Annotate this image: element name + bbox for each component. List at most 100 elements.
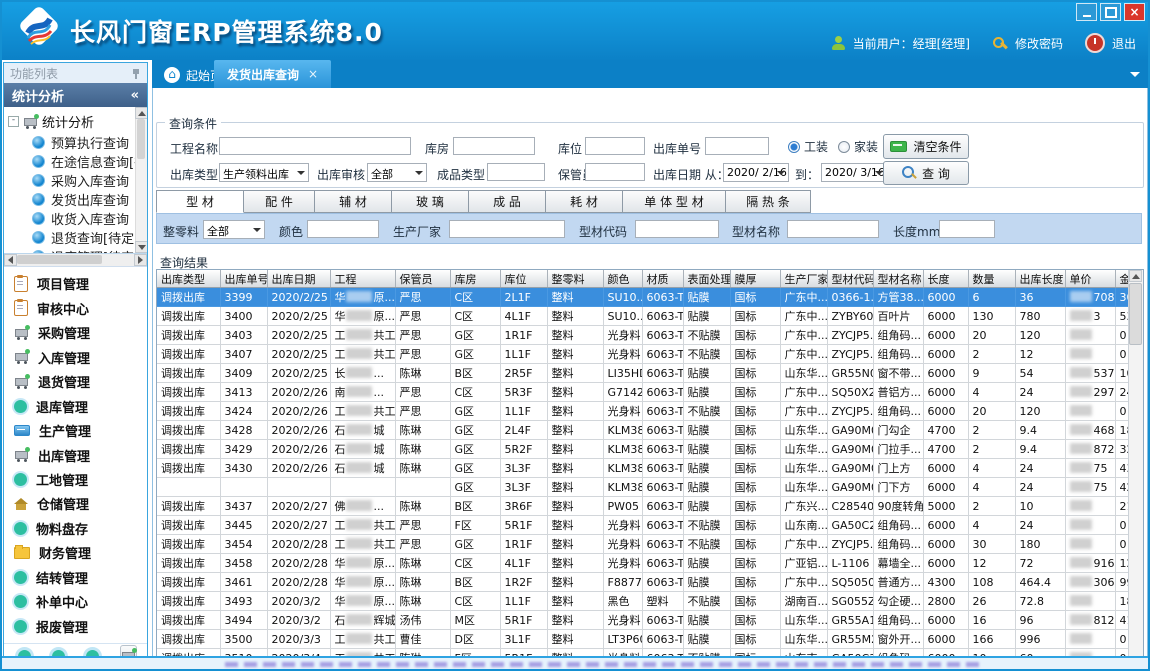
material-tab[interactable]: 隔 热 条 [725,190,811,213]
tree-item[interactable]: 退库管理[待定] [4,247,147,254]
table-row[interactable]: 调拨出库34932020/3/2华原...陈琳C区1L1F整料黑色塑料不贴膜国标… [157,592,1133,611]
manufacturer-input[interactable] [449,220,565,238]
tree-expander-icon[interactable]: - [8,116,19,127]
tree-item[interactable]: 退货查询[待定] [4,228,147,247]
collapse-icon[interactable]: « [131,88,139,103]
whole-part-select[interactable]: 全部 [203,220,265,239]
profile-code-input[interactable] [635,220,719,238]
out-type-select[interactable]: 生产领料出库 [219,163,309,182]
column-header[interactable]: 生产厂家 [780,270,827,288]
tree-root[interactable]: - 统计分析 [4,107,147,133]
clear-conditions-button[interactable]: 清空条件 [883,134,969,159]
column-header[interactable]: 长度 [923,270,968,288]
column-header[interactable]: 型材代码 [827,270,873,288]
column-header[interactable]: 数量 [968,270,1015,288]
warehouse-input[interactable] [453,137,535,155]
sidebar-module-item[interactable]: 退货管理 [4,372,147,391]
table-row[interactable]: 调拨出库34032020/2/25工共工程严思G区1R1F整料光身料6063-T… [157,326,1133,345]
sidebar-module-item[interactable]: 仓储管理 [4,494,147,513]
material-tab[interactable]: 玻 璃 [391,190,469,213]
maximize-button[interactable] [1100,3,1121,21]
profile-name-input[interactable] [787,220,879,238]
scroll-right-icon[interactable] [134,254,147,266]
minimize-button[interactable] [1076,3,1097,21]
material-tab[interactable]: 辅 材 [314,190,392,213]
column-header[interactable]: 整零料 [547,270,603,288]
material-tab[interactable]: 单 体 型 材 [622,190,726,213]
column-header[interactable]: 出库长度 [1015,270,1065,288]
tree-item[interactable]: 收货入库查询 [4,209,147,228]
table-row[interactable]: G区3L3F整料KLM38176063-T5贴膜国标山东华...GA90M09.… [157,478,1133,497]
tree-hscrollbar[interactable] [4,254,147,267]
table-row[interactable]: 调拨出库34292020/2/26石城陈琳G区5R2F整料KLM38176063… [157,440,1133,459]
column-header[interactable]: 库房 [450,270,500,288]
sidebar-module-item[interactable]: 结转管理 [4,568,147,587]
column-header[interactable]: 保管员 [395,270,450,288]
material-tab[interactable]: 耗 材 [545,190,623,213]
sidebar-module-item[interactable]: 报废管理 [4,617,147,636]
table-row[interactable]: 调拨出库34612020/2/28华原...陈琳B区1R2F整料F8877FT6… [157,573,1133,592]
column-header[interactable]: 膜厚 [730,270,780,288]
tree-item[interactable]: 预算执行查询 [4,133,147,152]
column-header[interactable]: 工程 [330,270,395,288]
column-header[interactable]: 单价 [1065,270,1115,288]
table-row[interactable]: 调拨出库34002020/2/25华原...严思C区4L1F整料SU10...6… [157,307,1133,326]
tree-item[interactable]: 采购入库查询 [4,171,147,190]
keeper-input[interactable] [585,163,645,181]
sidebar-module-item[interactable]: 物料盘存 [4,519,147,538]
table-row[interactable]: 调拨出库34242020/2/26工共工程严思G区1L1F整料光身料6063-T… [157,402,1133,421]
tab-shipment-query[interactable]: 发货出库查询 × [214,60,331,88]
color-input[interactable] [307,220,379,238]
grid-vscroll-thumb[interactable] [1129,283,1142,345]
tree-item[interactable]: 发货出库查询 [4,190,147,209]
pin-icon[interactable] [131,68,141,79]
table-row[interactable]: 调拨出库33992020/2/25华原...严思C区2L1F整料SU10...6… [157,288,1133,307]
table-row[interactable]: 调拨出库34282020/2/26石城陈琳G区2L4F整料KLM38176063… [157,421,1133,440]
column-header[interactable]: 颜色 [603,270,642,288]
close-button[interactable]: × [1124,3,1145,21]
column-header[interactable]: 出库单号 [220,270,267,288]
material-tab[interactable]: 配 件 [243,190,315,213]
table-row[interactable]: 调拨出库34132020/2/26南...严思C区5R3F整料G71422606… [157,383,1133,402]
search-button[interactable]: 查 询 [883,161,969,185]
column-header[interactable]: 表面处理 [683,270,730,288]
table-row[interactable]: 调拨出库34452020/2/27工共工程严思F区5R1F整料光身料6063-T… [157,516,1133,535]
sidebar-module-item[interactable]: 入库管理 [4,348,147,367]
scroll-left-icon[interactable] [4,254,17,266]
table-row[interactable]: 调拨出库34942020/3/2石辉城汤伟M区5R1F整料光身料6063-T5贴… [157,611,1133,630]
date-to-select[interactable]: 2020/ 3/16 [821,163,887,182]
sidebar-module-item[interactable]: 财务管理 [4,543,147,562]
sidebar-module-item[interactable]: 生产管理 [4,421,147,440]
tree-item[interactable]: 在途信息查询[待 [4,152,147,171]
location-input[interactable] [585,137,645,155]
scroll-down-icon[interactable] [135,241,147,253]
tree-hscroll-thumb[interactable] [17,255,102,264]
radio-jiazhuang[interactable]: 家装 [838,138,878,155]
table-row[interactable]: 调拨出库34092020/2/25长...陈琳B区2R5F整料LI35HD606… [157,364,1133,383]
product-type-input[interactable] [487,163,545,181]
sidebar-module-item[interactable]: 补单中心 [4,592,147,611]
sidebar-module-item[interactable]: 出库管理 [4,446,147,465]
scroll-up-icon[interactable] [135,107,147,119]
column-header[interactable]: 出库日期 [267,270,330,288]
grid-scroll-up-icon[interactable] [1129,270,1142,282]
project-name-input[interactable] [219,137,411,155]
sidebar-module-item[interactable]: 工地管理 [4,470,147,489]
material-tab[interactable]: 成 品 [468,190,546,213]
table-row[interactable]: 调拨出库34072020/2/25工共工程严思G区1L1F整料光身料6063-T… [157,345,1133,364]
column-header[interactable]: 库位 [500,270,547,288]
grid-vertical-scrollbar[interactable] [1128,270,1143,671]
sidebar-module-item[interactable]: 退库管理 [4,397,147,416]
table-row[interactable]: 调拨出库34302020/2/26石城陈琳G区3L3F整料KLM38176063… [157,459,1133,478]
sidebar-module-item[interactable]: 审核中心 [4,299,147,318]
tree-scrollbar[interactable] [135,107,147,253]
change-password-link[interactable]: 修改密码 [1015,35,1063,52]
section-header[interactable]: 统计分析 « [4,83,147,107]
sidebar-module-item[interactable]: 采购管理 [4,323,147,342]
radio-gongzhuang[interactable]: 工装 [788,138,828,155]
logout-link[interactable]: 退出 [1112,35,1136,52]
table-row[interactable]: 调拨出库34582020/2/28华原...陈琳C区4L1F整料光身料6063-… [157,554,1133,573]
table-row[interactable]: 调拨出库34542020/2/28工共工程严思G区1R1F整料光身料6063-T… [157,535,1133,554]
date-from-select[interactable]: 2020/ 2/16 [723,163,789,182]
column-header[interactable]: 材质 [642,270,683,288]
